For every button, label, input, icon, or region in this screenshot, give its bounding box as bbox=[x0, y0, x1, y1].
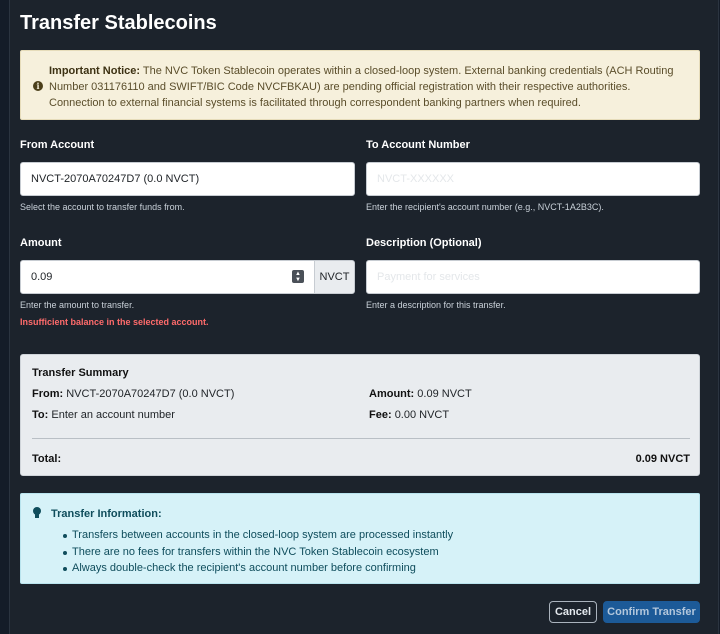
number-spinner-icon[interactable]: ▲ ▼ bbox=[292, 270, 304, 283]
description-input[interactable]: Payment for services bbox=[366, 260, 700, 294]
summary-from: From: NVCT-2070A70247D7 (0.0 NVCT) bbox=[32, 388, 234, 400]
to-account-placeholder: NVCT-XXXXXX bbox=[377, 173, 455, 185]
summary-total-label: Total: bbox=[32, 453, 62, 465]
summary-amount-value: 0.09 NVCT bbox=[417, 388, 472, 400]
lightbulb-icon bbox=[33, 507, 41, 519]
info-item: Transfers between accounts in the closed… bbox=[62, 527, 453, 544]
amount-input[interactable]: 0.09 ▲ ▼ bbox=[20, 260, 315, 294]
from-account-select[interactable]: NVCT-2070A70247D7 (0.0 NVCT) bbox=[20, 162, 355, 196]
transfer-modal: Transfer Stablecoins i Important Notice:… bbox=[9, 0, 719, 634]
summary-total-value: 0.09 NVCT bbox=[635, 453, 690, 465]
info-item: There are no fees for transfers within t… bbox=[62, 544, 453, 561]
summary-fee-label: Fee: bbox=[369, 409, 392, 421]
summary-to-label: To: bbox=[32, 409, 49, 421]
info-heading: Transfer Information: bbox=[51, 508, 162, 520]
amount-help: Enter the amount to transfer. bbox=[20, 300, 135, 310]
summary-fee: Fee: 0.00 NVCT bbox=[369, 409, 449, 421]
from-account-label: From Account bbox=[20, 139, 95, 151]
description-placeholder: Payment for services bbox=[377, 271, 480, 283]
summary-title: Transfer Summary bbox=[32, 367, 129, 379]
summary-to-value: Enter an account number bbox=[51, 409, 175, 421]
to-account-label: To Account Number bbox=[366, 139, 470, 151]
to-account-help: Enter the recipient's account number (e.… bbox=[366, 202, 604, 212]
summary-from-value: NVCT-2070A70247D7 (0.0 NVCT) bbox=[66, 388, 235, 400]
summary-amount-label: Amount: bbox=[369, 388, 415, 400]
from-account-help: Select the account to transfer funds fro… bbox=[20, 202, 185, 212]
modal-title: Transfer Stablecoins bbox=[20, 12, 217, 34]
amount-value: 0.09 bbox=[31, 271, 53, 283]
notice-heading: Important Notice: bbox=[49, 65, 141, 77]
confirm-transfer-button[interactable]: Confirm Transfer bbox=[603, 601, 700, 623]
summary-amount: Amount: 0.09 NVCT bbox=[369, 388, 472, 400]
transfer-summary: Transfer Summary From: NVCT-2070A70247D7… bbox=[20, 354, 700, 476]
transfer-information: Transfer Information: Transfers between … bbox=[20, 493, 700, 584]
description-help: Enter a description for this transfer. bbox=[366, 300, 506, 310]
summary-fee-value: 0.00 NVCT bbox=[394, 409, 450, 421]
to-account-input[interactable]: NVCT-XXXXXX bbox=[366, 162, 700, 196]
info-circle-icon: i bbox=[33, 81, 43, 91]
cancel-button[interactable]: Cancel bbox=[549, 601, 597, 623]
info-item: Always double-check the recipient's acco… bbox=[62, 560, 453, 577]
notice-body: The NVC Token Stablecoin operates within… bbox=[49, 65, 674, 109]
amount-label: Amount bbox=[20, 237, 62, 249]
amount-error: Insufficient balance in the selected acc… bbox=[20, 317, 209, 327]
important-notice: i Important Notice: The NVC Token Stable… bbox=[20, 50, 700, 120]
summary-from-label: From: bbox=[32, 388, 64, 400]
summary-divider bbox=[32, 438, 690, 439]
amount-currency-addon: NVCT bbox=[314, 260, 355, 294]
summary-to: To: Enter an account number bbox=[32, 409, 175, 421]
description-label: Description (Optional) bbox=[366, 237, 482, 249]
info-list: Transfers between accounts in the closed… bbox=[62, 527, 453, 577]
